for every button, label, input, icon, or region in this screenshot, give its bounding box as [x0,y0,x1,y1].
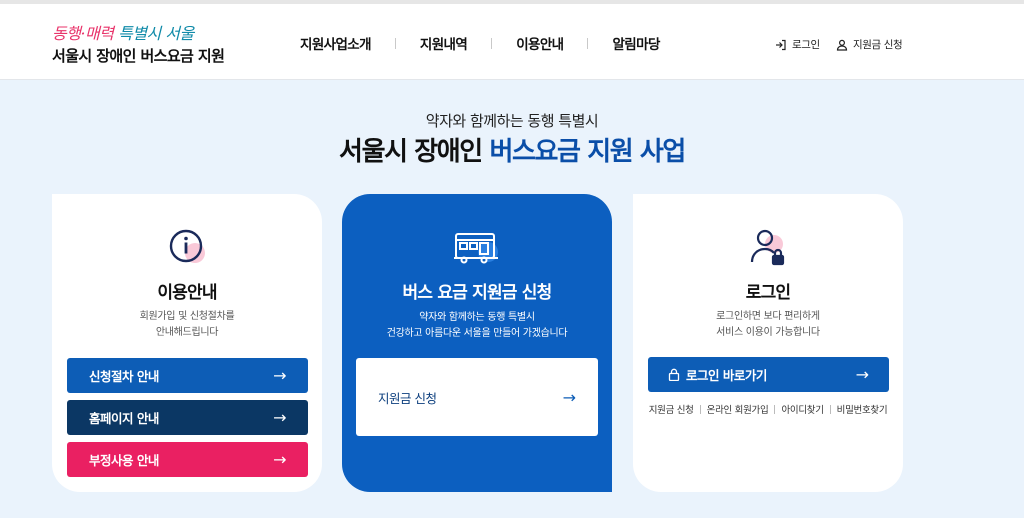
nav-item-usage-guide[interactable]: 이용안내 [516,33,564,53]
misuse-guide-label: 부정사용 안내 [89,453,159,468]
hero-title-plain: 서울시 장애인 [339,137,490,167]
main-navigation: 지원사업소개 지원내역 이용안내 알림마당 [300,33,660,53]
usage-guide-description: 회원가입 및 신청절차를 안내해드립니다 [52,309,322,341]
usage-guide-card: 이용안내 회원가입 및 신청절차를 안내해드립니다 신청절차 안내 → 홈페이지… [52,194,322,492]
apply-subsidy-button[interactable]: 지원금 신청 → [356,358,598,436]
link-apply-subsidy[interactable]: 지원금 신청 [649,402,694,416]
bus-fare-apply-description: 약자와 함께하는 동행 특별시 건강하고 아름다운 서울을 만들어 가겠습니다 [342,310,612,342]
header-login-label: 로그인 [792,39,820,51]
link-online-signup[interactable]: 온라인 회원가입 [707,402,769,416]
header-apply-label: 지원금 신청 [853,39,903,51]
login-card-title: 로그인 [745,283,791,303]
hero-subtitle: 약자와 함께하는 동행 특별시 [425,112,599,130]
nav-divider [491,37,493,49]
slogan-part2: 특별시 서울 [118,24,194,43]
link-divider [774,404,776,414]
seoul-slogan-logo[interactable]: 동행·매력 특별시 서울 [52,20,194,44]
info-circle-icon [162,226,212,270]
bus-fare-apply-desc-line1: 약자와 함께하는 동행 특별시 [419,312,535,323]
login-card: 로그인 로그인하면 보다 편리하게 서비스 이용이 가능합니다 로그인 바로가기… [633,194,903,492]
application-procedure-label: 신청절차 안내 [89,369,159,384]
application-procedure-button[interactable]: 신청절차 안내 → [67,358,308,393]
nav-divider [394,37,396,49]
link-find-id[interactable]: 아이디찾기 [781,402,824,416]
user-lock-icon [743,226,793,270]
login-card-desc-line2: 서비스 이용이 가능합니다 [716,327,820,338]
login-card-description: 로그인하면 보다 편리하게 서비스 이용이 가능합니다 [633,309,903,341]
nav-item-program-intro[interactable]: 지원사업소개 [300,33,372,53]
arrow-right-icon: → [273,366,286,385]
usage-guide-desc-line2: 안내해드립니다 [155,327,219,338]
login-card-desc-line1: 로그인하면 보다 편리하게 [716,311,820,322]
homepage-guide-button[interactable]: 홈페이지 안내 → [67,400,308,435]
misuse-guide-button[interactable]: 부정사용 안내 → [67,442,308,477]
bus-fare-apply-card: 버스 요금 지원금 신청 약자와 함께하는 동행 특별시 건강하고 아름다운 서… [342,194,612,492]
header-apply-link[interactable]: 지원금 신청 [836,37,903,52]
arrow-right-icon: → [273,408,286,427]
usage-guide-title: 이용안내 [157,283,217,303]
lock-icon [668,368,680,381]
site-title[interactable]: 서울시 장애인 버스요금 지원 [52,45,225,66]
slogan-part1: 동행·매력 [52,24,114,43]
bus-fare-apply-title: 버스 요금 지원금 신청 [402,283,553,303]
hero-title-highlight: 버스요금 지원 사업 [489,137,686,167]
apply-subsidy-label: 지원금 신청 [378,390,437,406]
nav-item-support-history[interactable]: 지원내역 [420,33,468,53]
link-divider [829,404,831,414]
nav-item-notice-board[interactable]: 알림마당 [612,33,660,53]
login-quick-links: 지원금 신청 온라인 회원가입 아이디찾기 비밀번호찾기 [633,402,903,416]
homepage-guide-label: 홈페이지 안내 [89,411,159,426]
login-shortcut-label: 로그인 바로가기 [686,368,767,383]
header-login-link[interactable]: 로그인 [775,37,820,52]
login-shortcut-button[interactable]: 로그인 바로가기 → [648,357,889,392]
nav-divider [587,37,589,49]
hero-title: 서울시 장애인 버스요금 지원 사업 [0,131,1024,168]
link-divider [699,404,701,414]
site-header: 동행·매력 특별시 서울 서울시 장애인 버스요금 지원 지원사업소개 지원내역… [0,4,1024,80]
arrow-right-icon: → [562,387,576,407]
user-icon [836,39,848,51]
link-find-password[interactable]: 비밀번호찾기 [837,402,888,416]
login-icon [776,39,786,50]
arrow-right-icon: → [273,450,286,469]
arrow-right-icon: → [855,365,869,384]
usage-guide-desc-line1: 회원가입 및 신청절차를 [139,311,235,322]
bus-fare-apply-desc-line2: 건강하고 아름다운 서울을 만들어 가겠습니다 [386,328,568,339]
bus-icon [452,226,502,270]
